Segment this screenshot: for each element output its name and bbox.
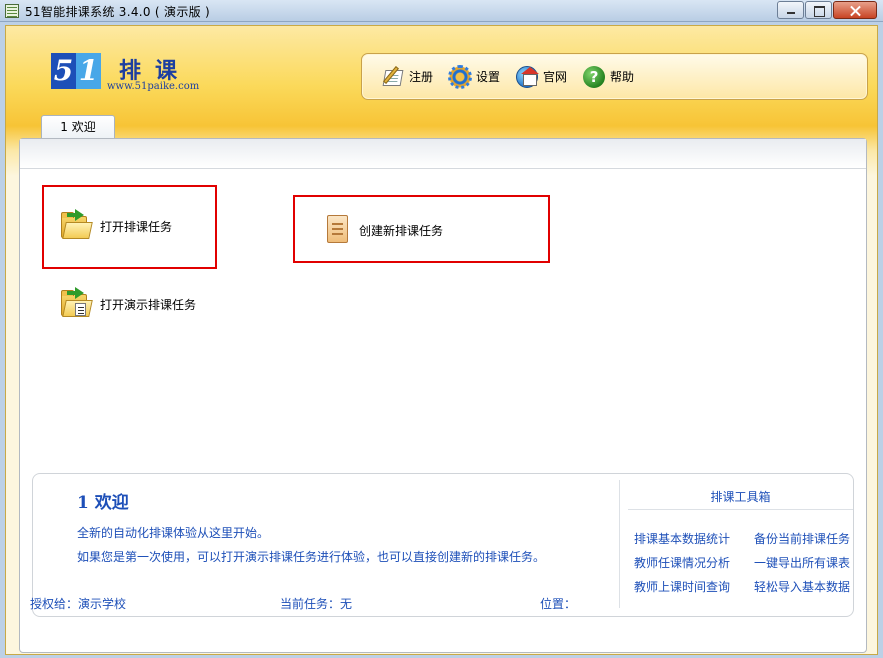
link-teacher-time-query[interactable]: 教师上课时间查询 — [634, 578, 730, 595]
title-bar: 51智能排课系统 3.4.0 ( 演示版 ) — [0, 0, 883, 22]
help-icon: ? — [581, 64, 607, 90]
status-licensed: 授权给：演示学校 — [30, 597, 127, 611]
website-button[interactable]: 官网 — [514, 62, 567, 92]
register-button[interactable]: 注册 — [380, 62, 433, 92]
welcome-panel: 打开排课任务 创建新排课任务 打开演示排课任务 1 欢迎 全新的自动化排课体验从… — [19, 138, 867, 653]
minimize-button[interactable] — [777, 1, 804, 19]
status-current-task: 当前任务：无 — [280, 597, 353, 611]
open-demo-task-label: 打开演示排课任务 — [100, 297, 197, 312]
help-button[interactable]: ? 帮助 — [581, 62, 634, 92]
link-basic-data-stats[interactable]: 排课基本数据统计 — [634, 530, 730, 547]
info-line-1: 全新的自动化排课体验从这里开始。 — [77, 526, 270, 540]
link-import-basic-data[interactable]: 轻松导入基本数据 — [754, 578, 850, 595]
open-task-label: 打开排课任务 — [100, 219, 173, 234]
website-icon — [514, 64, 540, 90]
register-label: 注册 — [409, 70, 434, 84]
new-task-action[interactable]: 创建新排课任务 — [322, 214, 443, 246]
new-task-label: 创建新排课任务 — [359, 223, 444, 238]
info-line-2: 如果您是第一次使用，可以打开演示排课任务进行体验，也可以直接创建新的排课任务。 — [77, 550, 546, 564]
open-demo-folder-icon — [60, 287, 93, 319]
website-label: 官网 — [543, 70, 568, 84]
gear-icon — [447, 64, 473, 90]
link-backup-task[interactable]: 备份当前排课任务 — [754, 530, 850, 547]
open-folder-icon — [60, 209, 93, 241]
tab-welcome[interactable]: 1 欢迎 — [41, 115, 115, 138]
logo-digit-1: 1 — [76, 53, 101, 89]
window-title: 51智能排课系统 3.4.0 ( 演示版 ) — [25, 5, 211, 19]
toolbox-divider — [628, 509, 853, 510]
new-document-icon — [322, 214, 352, 246]
app-icon — [5, 4, 19, 18]
logo-url: www.51paike.com — [107, 81, 200, 92]
register-icon — [380, 64, 406, 90]
help-label: 帮助 — [610, 70, 635, 84]
settings-button[interactable]: 设置 — [447, 62, 500, 92]
window-frame: 5 1 排课 www.51paike.com 注册 设置 官网 ? 帮助 1 欢… — [0, 22, 883, 658]
open-demo-task-action[interactable]: 打开演示排课任务 — [60, 287, 197, 319]
status-location: 位置： — [540, 597, 577, 611]
maximize-button[interactable] — [805, 1, 832, 19]
link-teacher-load-analysis[interactable]: 教师任课情况分析 — [634, 554, 730, 571]
main-toolbar: 注册 设置 官网 ? 帮助 — [361, 53, 868, 100]
app-client-area: 5 1 排课 www.51paike.com 注册 设置 官网 ? 帮助 1 欢… — [5, 25, 878, 655]
panel-header-strip — [20, 139, 866, 169]
link-export-all-timetables[interactable]: 一键导出所有课表 — [754, 554, 850, 571]
open-task-action[interactable]: 打开排课任务 — [60, 209, 173, 241]
window-controls — [776, 1, 877, 19]
app-logo: 5 1 排课 www.51paike.com — [51, 53, 211, 93]
close-button[interactable] — [833, 1, 877, 19]
status-bar: 授权给：演示学校 当前任务：无 位置： — [13, 595, 861, 625]
info-divider — [619, 480, 620, 608]
info-heading: 1 欢迎 — [77, 493, 129, 513]
logo-digit-5: 5 — [51, 53, 76, 89]
settings-label: 设置 — [476, 70, 501, 84]
toolbox-title: 排课工具箱 — [710, 490, 771, 504]
